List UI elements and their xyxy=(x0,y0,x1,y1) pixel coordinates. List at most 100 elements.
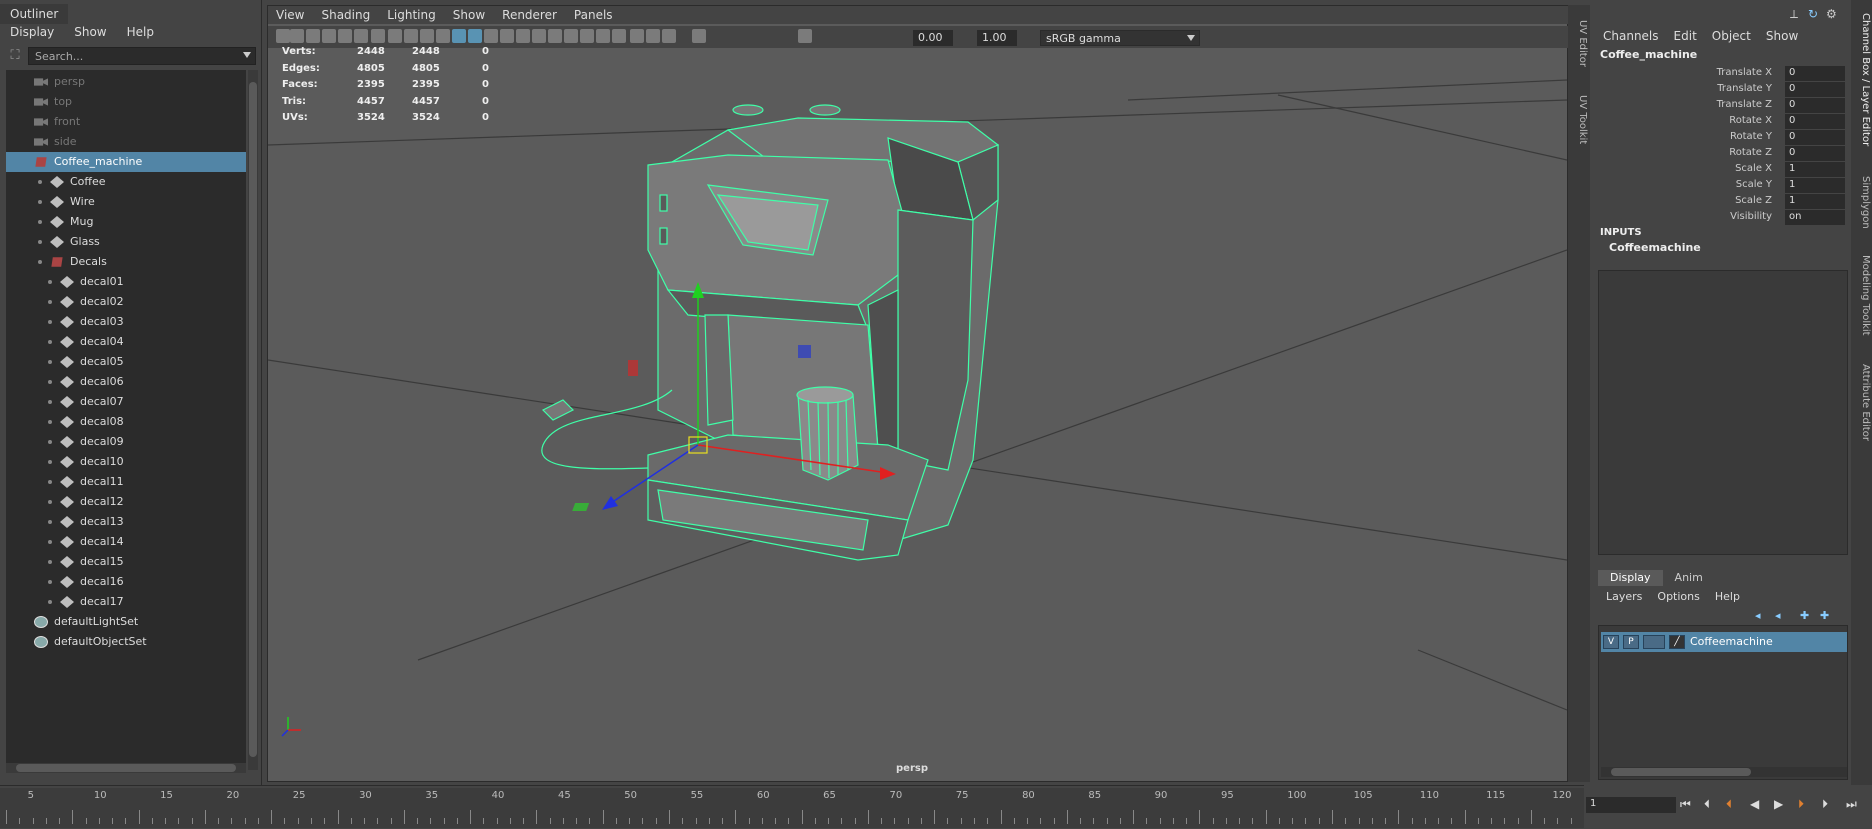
tab-modeling-toolkit[interactable]: Modeling Toolkit xyxy=(1853,248,1871,343)
attribute-label[interactable]: Scale Y xyxy=(1736,179,1772,190)
image-plane-icon[interactable] xyxy=(322,29,336,43)
outliner-item[interactable]: Glass xyxy=(6,232,246,252)
outliner-item[interactable]: decal09 xyxy=(6,432,246,452)
menu-lighting[interactable]: Lighting xyxy=(379,6,445,24)
outliner-tab[interactable]: Outliner xyxy=(0,4,69,24)
attribute-value[interactable]: 1 xyxy=(1785,178,1845,193)
outliner-item[interactable]: decal17 xyxy=(6,592,246,612)
default-material-icon[interactable] xyxy=(484,29,498,43)
attribute-row[interactable]: Translate X 0 xyxy=(1595,66,1850,82)
attribute-row[interactable]: Rotate Y 0 xyxy=(1595,130,1850,146)
menu-show[interactable]: Show xyxy=(445,6,494,24)
attribute-label[interactable]: Scale X xyxy=(1735,163,1772,174)
step-forward-frame-icon[interactable]: ⏵ xyxy=(1798,797,1804,812)
outliner-item[interactable]: decal15 xyxy=(6,552,246,572)
move-layer-up-icon[interactable]: ◂ xyxy=(1755,609,1761,622)
menu-view[interactable]: View xyxy=(268,6,313,24)
shadows-icon[interactable] xyxy=(532,29,546,43)
outliner-item[interactable]: decal06 xyxy=(6,372,246,392)
attribute-value[interactable]: on xyxy=(1785,210,1845,225)
attribute-row[interactable]: Visibility on xyxy=(1595,210,1850,226)
antialias-icon[interactable] xyxy=(580,29,594,43)
attribute-label[interactable]: Scale Z xyxy=(1735,195,1772,206)
backface-icon[interactable] xyxy=(662,29,676,43)
new-layer-icon[interactable]: ✚ xyxy=(1800,609,1809,622)
new-layer-selected-icon[interactable]: ✚ xyxy=(1820,609,1829,622)
menu-show[interactable]: Show xyxy=(64,22,116,42)
attribute-label[interactable]: Rotate Y xyxy=(1730,131,1772,142)
outliner-item[interactable]: decal05 xyxy=(6,352,246,372)
viewport-scene[interactable] xyxy=(268,50,1567,780)
menu-object[interactable]: Object xyxy=(1704,27,1758,45)
menu-display[interactable]: Display xyxy=(0,22,64,42)
outliner-item[interactable]: side xyxy=(6,132,246,152)
tab-uv-toolkit[interactable]: UV Toolkit xyxy=(1570,85,1588,155)
camera-attributes-icon[interactable] xyxy=(290,29,304,43)
outliner-horizontal-scrollbar[interactable] xyxy=(6,763,246,773)
menu-show[interactable]: Show xyxy=(1758,27,1805,45)
outliner-item[interactable]: Wire xyxy=(6,192,246,212)
outliner-item[interactable]: decal10 xyxy=(6,452,246,472)
attribute-row[interactable]: Scale Z 1 xyxy=(1595,194,1850,210)
depth-of-field-icon[interactable] xyxy=(596,29,610,43)
menu-panels[interactable]: Panels xyxy=(566,6,622,24)
attribute-label[interactable]: Visibility xyxy=(1730,211,1772,222)
filter-icon[interactable]: ⛶ xyxy=(6,47,24,65)
layer-row[interactable]: V P ╱ Coffeemachine xyxy=(1601,632,1847,652)
attribute-row[interactable]: Translate Y 0 xyxy=(1595,82,1850,98)
chevron-down-icon[interactable] xyxy=(1187,35,1195,41)
outliner-item[interactable]: Coffee_machine xyxy=(6,152,246,172)
go-to-start-icon[interactable]: ⏮ xyxy=(1680,797,1691,812)
outliner-item[interactable]: front xyxy=(6,112,246,132)
safe-action-icon[interactable] xyxy=(420,29,434,43)
bookmark-icon[interactable] xyxy=(306,29,320,43)
tab-attribute-editor[interactable]: Attribute Editor xyxy=(1853,360,1871,445)
attribute-label[interactable]: Translate Y xyxy=(1717,83,1772,94)
outliner-item[interactable]: decal03 xyxy=(6,312,246,332)
tab-channel-box-layer-editor[interactable]: Channel Box / Layer Editor xyxy=(1853,10,1871,150)
resolution-gate-icon[interactable] xyxy=(371,29,385,43)
step-back-key-icon[interactable]: ⏴ xyxy=(1704,797,1710,812)
outliner-item[interactable]: decal16 xyxy=(6,572,246,592)
attribute-row[interactable]: Scale X 1 xyxy=(1595,162,1850,178)
settings-icon[interactable]: ⚙ xyxy=(1826,7,1837,21)
outliner-item[interactable]: decal12 xyxy=(6,492,246,512)
scrollbar-thumb[interactable] xyxy=(16,764,236,772)
layer-color-swatch[interactable]: ╱ xyxy=(1669,635,1685,649)
layer-visibility-toggle[interactable]: V xyxy=(1603,635,1619,649)
layer-name[interactable]: Coffeemachine xyxy=(1690,635,1773,648)
outliner-vertical-scrollbar[interactable] xyxy=(248,70,258,770)
coffee-machine-mesh[interactable] xyxy=(541,104,1000,561)
layer-display-type[interactable] xyxy=(1643,635,1665,649)
safe-title-icon[interactable] xyxy=(436,29,450,43)
menu-layers[interactable]: Layers xyxy=(1598,588,1649,606)
ambient-occlusion-icon[interactable] xyxy=(548,29,562,43)
attribute-value[interactable]: 0 xyxy=(1785,66,1845,81)
attribute-value[interactable]: 1 xyxy=(1785,194,1845,209)
attribute-row[interactable]: Scale Y 1 xyxy=(1595,178,1850,194)
attribute-value[interactable]: 0 xyxy=(1785,98,1845,113)
isolate-select-icon[interactable] xyxy=(612,29,626,43)
attribute-value[interactable]: 0 xyxy=(1785,82,1845,97)
xray-joints-icon[interactable] xyxy=(646,29,660,43)
select-camera-icon[interactable] xyxy=(276,29,290,43)
exposure-field[interactable]: 0.00 xyxy=(913,30,953,46)
gamma-icon[interactable] xyxy=(798,29,812,43)
menu-shading[interactable]: Shading xyxy=(313,6,379,24)
axis-icon[interactable]: ⟂ xyxy=(1790,7,1798,22)
time-ruler[interactable]: 5 10 15 20 25 30 35 40 45 50 55 60 65 70 75 80 85 90 95 100… xyxy=(0,788,1584,828)
film-gate-icon[interactable] xyxy=(354,29,368,43)
outliner-item[interactable]: decal11 xyxy=(6,472,246,492)
attribute-value[interactable]: 0 xyxy=(1785,130,1845,145)
outliner-item[interactable]: decal08 xyxy=(6,412,246,432)
outliner-item[interactable]: Mug xyxy=(6,212,246,232)
chevron-down-icon[interactable] xyxy=(243,52,251,58)
step-back-frame-icon[interactable]: ⏴ xyxy=(1726,797,1732,812)
gate-mask-icon[interactable] xyxy=(388,29,402,43)
play-forwards-icon[interactable]: ▶ xyxy=(1774,797,1783,811)
attribute-row[interactable]: Rotate Z 0 xyxy=(1595,146,1850,162)
exposure-icon[interactable] xyxy=(692,29,706,43)
attribute-label[interactable]: Translate Z xyxy=(1717,99,1772,110)
outliner-item[interactable]: decal02 xyxy=(6,292,246,312)
outliner-item[interactable]: decal14 xyxy=(6,532,246,552)
